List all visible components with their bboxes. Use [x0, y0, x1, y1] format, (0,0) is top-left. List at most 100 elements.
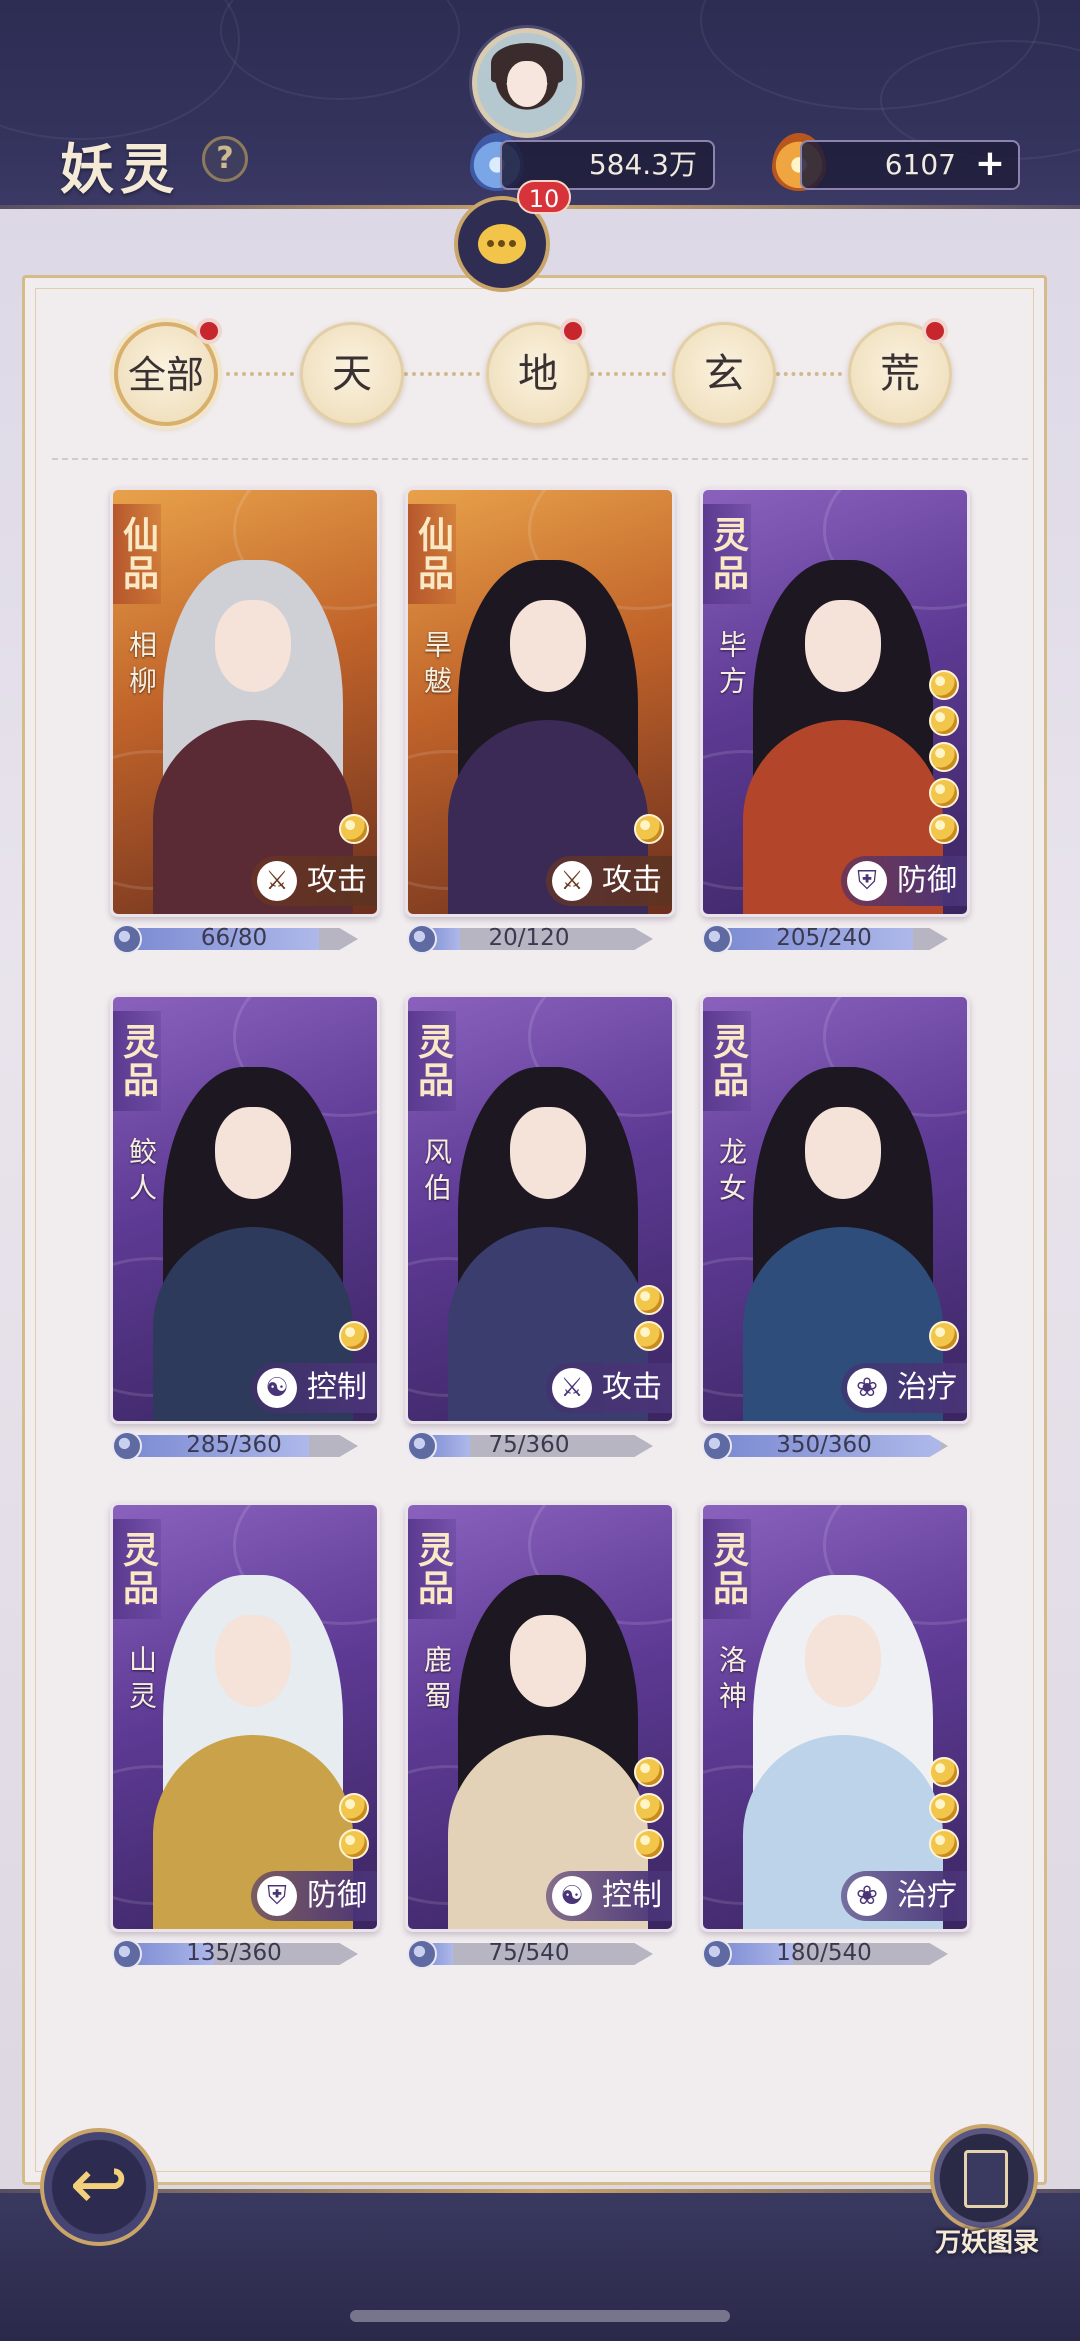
character-face [510, 1107, 586, 1199]
tab-connector [404, 372, 480, 376]
yinyang-icon [634, 814, 664, 844]
tab-earth-notification-dot [560, 318, 586, 344]
tab-connector [218, 372, 294, 376]
spirit-name: 相柳 [125, 630, 158, 702]
role-label: 治疗 [897, 1878, 957, 1913]
role-label: 攻击 [602, 1370, 662, 1405]
yinyang-icon [929, 1321, 959, 1351]
fragment-icon [407, 1431, 437, 1461]
role-icon: ⚔ [257, 861, 297, 901]
back-button[interactable]: ↩ [40, 2128, 158, 2246]
spirit-name: 风伯 [420, 1137, 453, 1209]
page-title: 妖灵 [60, 137, 180, 201]
spirit-name: 鹿蜀 [420, 1645, 453, 1717]
fragment-count: 285/360 [186, 1432, 282, 1458]
fragment-icon [112, 1939, 142, 1969]
spirit-currency-value: 584.3万 [588, 148, 697, 181]
role-tag: ⚔ 攻击 [251, 856, 377, 906]
fragment-count: 20/120 [488, 925, 570, 951]
tab-huang-notification-dot [922, 318, 948, 344]
yinyang-icon [634, 1285, 664, 1315]
player-avatar[interactable] [472, 28, 582, 138]
fragment-icon [702, 1939, 732, 1969]
chat-badge: 10 [517, 180, 571, 214]
role-tag: ☯ 控制 [251, 1363, 377, 1413]
spirit-card[interactable]: 灵品鲛人 ☯ 控制 [110, 994, 380, 1424]
spirit-card[interactable]: 仙品相柳 ⚔ 攻击 [110, 487, 380, 917]
fragment-icon [112, 924, 142, 954]
fragment-count: 75/540 [488, 1940, 570, 1966]
fragment-progress: 205/240 [698, 924, 962, 954]
grade-tag: 灵品 [408, 1519, 456, 1619]
role-icon: ☯ [257, 1368, 297, 1408]
role-tag: ⛨ 防御 [841, 856, 967, 906]
role-icon: ⚔ [552, 861, 592, 901]
gem-currency-display: 6107 + [800, 140, 1020, 190]
spirit-card[interactable]: 灵品毕方 ⛨ 防御 [700, 487, 970, 917]
yinyang-icon [339, 1321, 369, 1351]
tab-heaven[interactable]: 天 [300, 322, 404, 426]
fragment-icon [112, 1431, 142, 1461]
yinyang-icon [339, 1793, 369, 1823]
fragment-icon [702, 924, 732, 954]
grade-tag: 灵品 [703, 1011, 751, 1111]
fragment-progress: 20/120 [403, 924, 667, 954]
spirit-name: 旱魃 [420, 630, 453, 702]
role-tag: ❀ 治疗 [841, 1363, 967, 1413]
grade-tag: 灵品 [113, 1519, 161, 1619]
fragment-count: 205/240 [776, 925, 872, 951]
bestiary-button[interactable] [930, 2124, 1038, 2232]
spirit-card[interactable]: 仙品旱魃 ⚔ 攻击 [405, 487, 675, 917]
role-label: 控制 [602, 1878, 662, 1913]
spirit-name: 鲛人 [125, 1137, 158, 1209]
spirit-name: 毕方 [715, 630, 748, 702]
fragment-progress: 285/360 [108, 1431, 372, 1461]
fragment-progress: 75/360 [403, 1431, 667, 1461]
character-face [805, 600, 881, 692]
role-label: 攻击 [307, 863, 367, 898]
yinyang-icon [929, 706, 959, 736]
spirit-card[interactable]: 灵品龙女 ❀ 治疗 [700, 994, 970, 1424]
role-label: 防御 [897, 863, 957, 898]
spirit-card[interactable]: 灵品鹿蜀 ☯ 控制 [405, 1502, 675, 1932]
grade-tag: 灵品 [113, 1011, 161, 1111]
spirit-card[interactable]: 灵品 风伯 ⚔ 攻击 [405, 994, 675, 1424]
fragment-icon [407, 1939, 437, 1969]
fragment-count: 350/360 [776, 1432, 872, 1458]
yinyang-icon [339, 1829, 369, 1859]
role-label: 控制 [307, 1370, 367, 1405]
fragment-count: 135/360 [186, 1940, 282, 1966]
character-face [805, 1107, 881, 1199]
fragment-icon [702, 1431, 732, 1461]
yinyang-icon [929, 670, 959, 700]
character-face [215, 600, 291, 692]
role-tag: ☯ 控制 [546, 1871, 672, 1921]
fragment-count: 75/360 [488, 1432, 570, 1458]
help-button[interactable]: ? [202, 136, 248, 182]
role-icon: ⛨ [847, 861, 887, 901]
role-tag: ⚔ 攻击 [546, 1363, 672, 1413]
role-tag: ⚔ 攻击 [546, 856, 672, 906]
role-icon: ❀ [847, 1368, 887, 1408]
role-label: 攻击 [602, 863, 662, 898]
role-icon: ❀ [847, 1876, 887, 1916]
spirit-card[interactable]: 灵品 山灵 ⛨ 防御 [110, 1502, 380, 1932]
tab-all-notification-dot [196, 318, 222, 344]
grade-tag: 灵品 [703, 504, 751, 604]
grade-tag: 仙品 [113, 504, 161, 604]
add-currency-button[interactable]: + [972, 146, 1008, 183]
spirit-name: 龙女 [715, 1137, 748, 1209]
yinyang-icon [929, 1829, 959, 1859]
spirit-card[interactable]: 灵品 洛神 ❀ 治疗 [700, 1502, 970, 1932]
tab-xuan[interactable]: 玄 [672, 322, 776, 426]
tab-connector [776, 372, 842, 376]
fragment-progress: 66/80 [108, 924, 372, 954]
role-icon: ⚔ [552, 1368, 592, 1408]
grade-tag: 仙品 [408, 504, 456, 604]
yinyang-icon [929, 742, 959, 772]
yinyang-icon [634, 1793, 664, 1823]
character-face [805, 1615, 881, 1707]
yinyang-icon [339, 814, 369, 844]
fragment-count: 180/540 [776, 1940, 872, 1966]
role-tag: ❀ 治疗 [841, 1871, 967, 1921]
